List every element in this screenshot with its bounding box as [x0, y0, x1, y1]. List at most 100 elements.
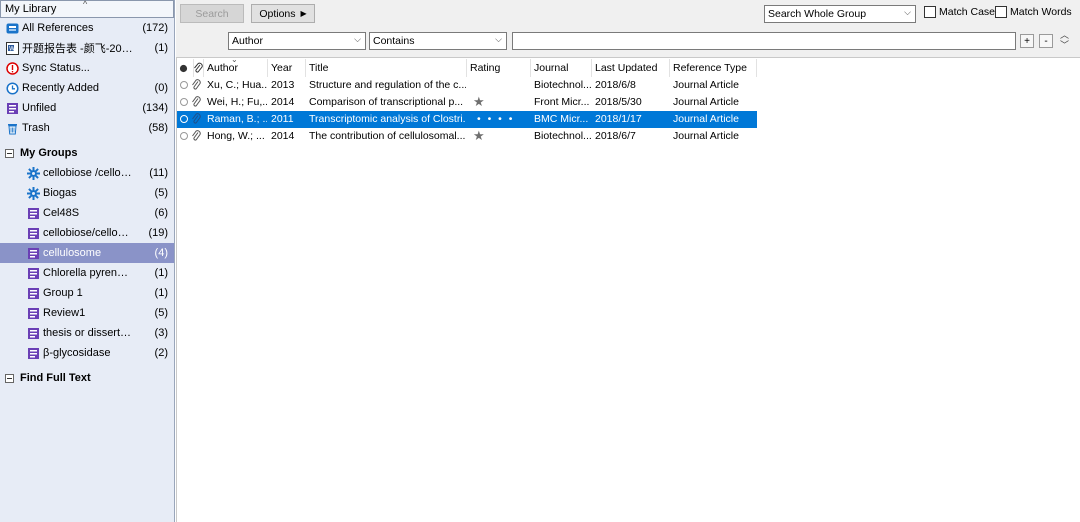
sidebar-item-count: (0): [154, 82, 168, 94]
group-item-count: (1): [154, 287, 168, 299]
collapse-icon[interactable]: [5, 373, 14, 383]
unread-circle-icon[interactable]: [180, 132, 188, 140]
search-panel: Search Options ▶ Search Whole Group ⌵ Ma…: [176, 0, 1080, 58]
sidebar-item-attachment-doc[interactable]: W 开题报告表 -颜飞-2018.9.9... (1): [0, 38, 174, 58]
match-words-checkbox[interactable]: Match Words: [995, 6, 1072, 18]
group-item-count: (2): [154, 347, 168, 359]
group-item-cellulosome[interactable]: cellulosome (4): [0, 243, 174, 263]
group-item-group-1[interactable]: Group 1 (1): [0, 283, 174, 303]
group-item-label: β-glycosidase: [43, 347, 111, 359]
sidebar-item-all-references[interactable]: All References (172): [0, 18, 174, 38]
cell-author: Raman, B.; ...: [207, 113, 267, 125]
sync-alert-icon: [5, 61, 19, 75]
checkbox-box[interactable]: [995, 6, 1007, 18]
sidebar-item-trash[interactable]: Trash (58): [0, 118, 174, 138]
column-reference-type[interactable]: Reference Type: [670, 59, 757, 77]
paperclip-icon: [192, 113, 201, 124]
group-folder-icon: [26, 246, 40, 260]
match-words-label: Match Words: [1010, 6, 1072, 18]
column-rating[interactable]: Rating: [467, 59, 531, 77]
group-item-label: thesis or dissertation: [43, 327, 134, 339]
cell-last-updated: 2018/6/8: [595, 79, 636, 91]
group-item-cellobiose-cellodextrin[interactable]: cellobiose/cellodextrin (19): [0, 223, 174, 243]
unread-circle-icon[interactable]: [180, 81, 188, 89]
cell-rating[interactable]: ★: [473, 94, 531, 110]
library-title: My Library: [5, 3, 57, 15]
sidebar-item-count: (1): [154, 42, 168, 54]
unread-circle-icon[interactable]: [180, 98, 188, 106]
group-item-beta-glycosidase[interactable]: β-glycosidase (2): [0, 343, 174, 363]
sidebar-item-label: All References: [22, 22, 94, 34]
sidebar-item-unfiled[interactable]: Unfiled (134): [0, 98, 174, 118]
sidebar-item-recently-added[interactable]: Recently Added (0): [0, 78, 174, 98]
group-item-cellobiose-cellodext[interactable]: cellobiose /cellodext... (11): [0, 163, 174, 183]
chevron-down-icon: ⌵: [904, 7, 911, 17]
group-item-review1[interactable]: Review1 (5): [0, 303, 174, 323]
column-last-updated[interactable]: Last Updated: [592, 59, 670, 77]
group-item-label: cellulosome: [43, 247, 102, 259]
table-row[interactable]: Hong, W.; ... 2014 The contribution of c…: [177, 128, 757, 145]
find-full-text-header[interactable]: Find Full Text: [0, 368, 174, 388]
group-folder-icon: [26, 226, 40, 240]
search-button[interactable]: Search: [180, 4, 244, 23]
remove-search-row-button[interactable]: -: [1039, 34, 1053, 48]
cell-year: 2014: [271, 96, 295, 108]
my-groups-title: My Groups: [20, 147, 78, 159]
group-item-label: Cel48S: [43, 207, 80, 219]
search-scope-dropdown[interactable]: Search Whole Group ⌵: [764, 5, 916, 23]
find-full-text-title: Find Full Text: [20, 372, 91, 384]
table-row[interactable]: Wei, H.; Fu,... 2014 Comparison of trans…: [177, 94, 757, 111]
add-search-row-button[interactable]: +: [1020, 34, 1034, 48]
options-button[interactable]: Options ▶: [251, 4, 315, 23]
read-dot-icon: [179, 64, 188, 72]
cell-last-updated: 2018/1/17: [595, 113, 642, 125]
cell-rating[interactable]: • • • •: [477, 113, 535, 125]
smart-group-gear-icon: [26, 166, 40, 180]
cell-reference-type: Journal Article: [673, 113, 739, 125]
cell-journal: Front Micr...: [534, 96, 590, 108]
search-operator-dropdown[interactable]: Contains ⌵: [369, 32, 507, 50]
cell-title: The contribution of cellulosomal...: [309, 130, 466, 142]
group-item-count: (5): [154, 307, 168, 319]
column-author[interactable]: Author ⌄: [204, 55, 268, 77]
table-row[interactable]: Xu, C.; Hua... 2013 Structure and regula…: [177, 77, 757, 94]
sidebar-item-sync-status[interactable]: Sync Status...: [0, 58, 174, 78]
cell-last-updated: 2018/5/30: [595, 96, 642, 108]
group-item-cel48s[interactable]: Cel48S (6): [0, 203, 174, 223]
search-field-value: Author: [232, 35, 263, 47]
group-folder-icon: [26, 266, 40, 280]
checkbox-box[interactable]: [924, 6, 936, 18]
reference-list: Author ⌄ Year Title Rating Journal Last …: [176, 55, 1080, 522]
column-label: Year: [271, 62, 293, 74]
column-year[interactable]: Year: [268, 59, 306, 77]
group-item-biogas[interactable]: Biogas (5): [0, 183, 174, 203]
paperclip-icon: [192, 96, 201, 107]
group-item-thesis[interactable]: thesis or dissertation (3): [0, 323, 174, 343]
cell-author: Hong, W.; ...: [207, 130, 265, 142]
library-sidebar: My Library ^ All References (172) W 开题报告…: [0, 0, 175, 522]
column-title[interactable]: Title: [306, 59, 467, 77]
collapse-icon[interactable]: [5, 148, 14, 158]
trash-icon: [5, 121, 19, 135]
sidebar-item-label: Recently Added: [22, 82, 100, 94]
search-term-input[interactable]: [512, 32, 1016, 50]
cell-rating[interactable]: ★: [473, 128, 531, 144]
group-item-chlorella[interactable]: Chlorella pyrenoidosa (1): [0, 263, 174, 283]
collapse-caret-icon[interactable]: ^: [83, 0, 87, 9]
unread-circle-icon[interactable]: [180, 115, 188, 123]
column-journal[interactable]: Journal: [531, 59, 592, 77]
match-case-checkbox[interactable]: Match Case: [924, 6, 995, 18]
attachment-column-header[interactable]: [190, 59, 204, 77]
sidebar-item-count: (58): [148, 122, 168, 134]
library-header[interactable]: My Library ^: [0, 0, 174, 18]
cell-year: 2013: [271, 79, 295, 91]
my-groups-header[interactable]: My Groups: [0, 143, 174, 163]
plus-label: +: [1024, 35, 1030, 47]
group-folder-icon: [26, 286, 40, 300]
cell-reference-type: Journal Article: [673, 96, 739, 108]
column-label: Last Updated: [595, 62, 658, 74]
scroll-arrows-icon[interactable]: ︿ ﹀: [1060, 30, 1069, 50]
search-field-dropdown[interactable]: Author ⌵: [228, 32, 366, 50]
sidebar-item-label: Trash: [22, 122, 50, 134]
table-row-selected[interactable]: Raman, B.; ... 2011 Transcriptomic analy…: [177, 111, 757, 128]
